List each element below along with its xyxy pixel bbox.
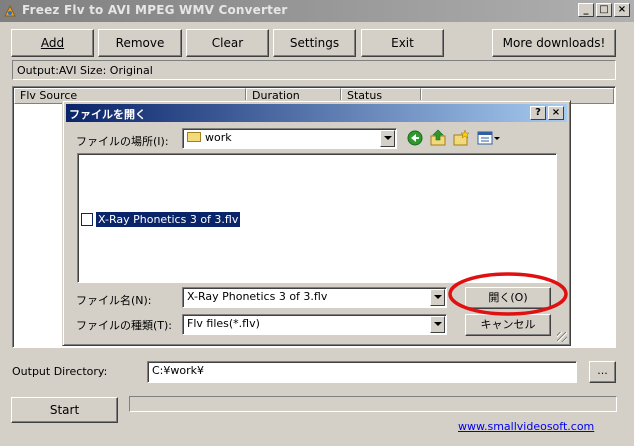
up-folder-icon[interactable] <box>429 129 447 147</box>
start-button[interactable]: Start <box>11 397 118 423</box>
filetype-select[interactable]: Flv files(*.flv) <box>182 314 447 335</box>
browse-button[interactable]: ... <box>589 361 616 383</box>
settings-button-label: Settings <box>289 36 340 50</box>
clear-button[interactable]: Clear <box>186 29 269 57</box>
back-icon[interactable] <box>406 129 424 147</box>
filename-value: X-Ray Phonetics 3 of 3.flv <box>187 290 328 303</box>
maximize-button[interactable]: □ <box>596 3 612 17</box>
dialog-close-button[interactable]: × <box>548 106 564 120</box>
close-button[interactable]: × <box>614 3 630 17</box>
annotation-circle <box>448 272 568 316</box>
file-item[interactable]: X-Ray Phonetics 3 of 3.flv <box>94 211 242 228</box>
help-button[interactable]: ? <box>530 106 546 120</box>
filename-field[interactable]: X-Ray Phonetics 3 of 3.flv <box>182 287 447 308</box>
filetype-value: Flv files(*.flv) <box>187 317 260 330</box>
new-folder-icon[interactable] <box>452 129 470 147</box>
look-in-value: work <box>205 131 232 144</box>
chevron-down-icon[interactable] <box>430 289 445 306</box>
file-browser-list[interactable]: X-Ray Phonetics 3 of 3.flv <box>77 153 557 283</box>
dialog-title: ファイルを開く <box>69 108 146 121</box>
view-menu-icon[interactable] <box>477 129 501 147</box>
main-window: Freez Flv to AVI MPEG WMV Converter _ □ … <box>0 0 634 446</box>
title-bar: Freez Flv to AVI MPEG WMV Converter _ □ … <box>0 0 634 22</box>
chevron-down-icon[interactable] <box>430 316 445 333</box>
look-in-label: ファイルの場所(I): <box>76 135 169 148</box>
window-title: Freez Flv to AVI MPEG WMV Converter <box>22 3 288 17</box>
output-info: Output:AVI Size: Original <box>12 60 616 80</box>
more-downloads-button[interactable]: More downloads! <box>492 29 616 57</box>
progress-bar <box>129 396 617 412</box>
remove-button-label: Remove <box>115 36 165 50</box>
settings-button[interactable]: Settings <box>273 29 356 57</box>
add-button-label: Add <box>40 36 65 50</box>
remove-button[interactable]: Remove <box>98 29 182 57</box>
minimize-button[interactable]: _ <box>578 3 594 17</box>
website-link[interactable]: www.smallvideosoft.com <box>458 420 594 433</box>
app-icon <box>4 4 16 17</box>
resize-grip[interactable] <box>557 332 567 342</box>
output-directory-field[interactable]: C:¥work¥ <box>147 361 577 383</box>
look-in-combo[interactable]: work <box>182 128 397 149</box>
output-directory-label: Output Directory: <box>12 365 108 378</box>
filename-label: ファイル名(N): <box>76 294 152 307</box>
more-downloads-label: More downloads! <box>502 36 606 50</box>
folder-icon <box>187 132 201 142</box>
video-file-icon <box>81 213 93 226</box>
chevron-down-icon[interactable] <box>380 130 395 147</box>
add-button[interactable]: Add <box>11 29 94 57</box>
exit-button[interactable]: Exit <box>361 29 444 57</box>
dialog-title-bar: ファイルを開く ? × <box>66 104 567 122</box>
clear-button-label: Clear <box>211 36 244 50</box>
filetype-label: ファイルの種類(T): <box>76 319 173 332</box>
exit-button-label: Exit <box>391 36 414 50</box>
